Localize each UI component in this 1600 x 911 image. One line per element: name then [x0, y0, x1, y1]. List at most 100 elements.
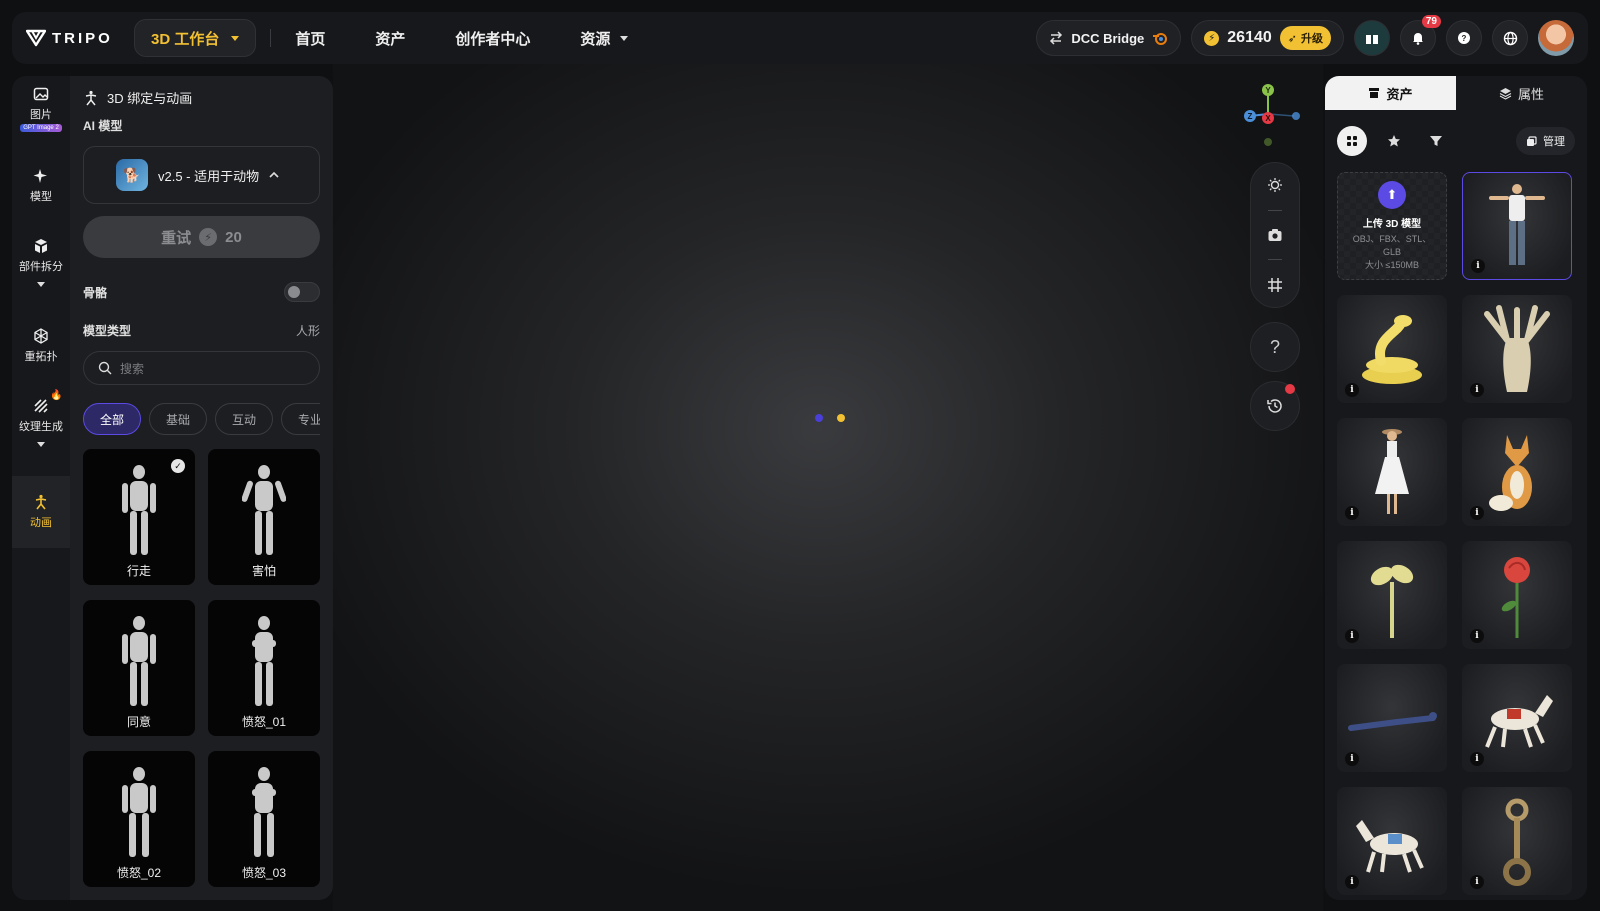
axis-gizmo[interactable]: Y Z X: [1238, 78, 1308, 148]
language-button[interactable]: [1492, 20, 1528, 56]
info-icon[interactable]: i: [1345, 629, 1359, 643]
info-icon[interactable]: i: [1470, 383, 1484, 397]
asset-card-tree-creature[interactable]: i: [1462, 295, 1572, 403]
workbench-dropdown[interactable]: 3D 工作台: [134, 19, 257, 57]
history-button[interactable]: [1250, 381, 1300, 431]
asset-card-girl-in-dress[interactable]: i: [1337, 418, 1447, 526]
layers-icon: [1499, 87, 1512, 100]
asset-card-t-pose-character[interactable]: i: [1462, 172, 1572, 280]
notifications-button[interactable]: 79: [1400, 15, 1441, 56]
ai-model-label: AI 模型: [83, 119, 123, 133]
assets-panel: 资产 属性 管理 ⬆ 上传 3D 模型 OBJ、FBX、STL、GLB 大小 ≤…: [1325, 76, 1587, 900]
rail-label: 重拓扑: [24, 351, 58, 363]
sparkle-icon: [33, 169, 47, 183]
mannequin-figure: [122, 465, 156, 555]
rail-item-image[interactable]: 图片 GPT Image 2: [12, 86, 70, 132]
chip-interaction[interactable]: 互动: [215, 403, 274, 435]
gift-button[interactable]: [1354, 20, 1390, 56]
svg-text:?: ?: [1462, 34, 1467, 43]
upgrade-button[interactable]: ➶ 升级: [1279, 26, 1331, 50]
tripo-logo[interactable]: TRIPO: [26, 29, 128, 47]
grid-icon[interactable]: [1267, 277, 1283, 293]
info-icon[interactable]: i: [1470, 629, 1484, 643]
asset-card-rose[interactable]: i: [1462, 541, 1572, 649]
asset-card-piston-rod[interactable]: i: [1462, 787, 1572, 895]
3d-viewport[interactable]: Y Z X ?: [333, 64, 1323, 911]
animation-name: 愤怒_01: [241, 715, 287, 729]
asset-card-lying-figure[interactable]: i: [1337, 664, 1447, 772]
help-button[interactable]: ?: [1250, 322, 1300, 372]
upload-size-limit: 大小 ≤150MB: [1365, 260, 1419, 270]
animation-card[interactable]: 愤怒_03: [208, 751, 320, 887]
info-icon[interactable]: i: [1470, 875, 1484, 889]
favorites-button[interactable]: [1379, 126, 1409, 156]
rail-item-texture[interactable]: 🔥 纹理生成: [12, 390, 70, 447]
lighting-icon[interactable]: [1267, 177, 1283, 193]
nav-resources[interactable]: 资源: [580, 28, 629, 49]
skeleton-toggle[interactable]: [284, 282, 320, 302]
rail-item-animation[interactable]: 动画: [12, 476, 70, 548]
animation-name: 同意: [126, 715, 151, 729]
ai-model-select[interactable]: 🐕 v2.5 - 适用于动物: [83, 146, 320, 204]
animation-card[interactable]: 愤怒_02: [83, 751, 195, 887]
asset-card-carousel-horse[interactable]: i: [1462, 664, 1572, 772]
carousel-horse-2-thumbnail: [1356, 820, 1424, 873]
info-icon[interactable]: i: [1345, 752, 1359, 766]
animation-search-input[interactable]: 搜索: [83, 351, 320, 385]
fire-icon: 🔥: [50, 390, 63, 401]
lying-figure-thumbnail: [1348, 712, 1437, 731]
mannequin-figure: [122, 767, 156, 857]
retry-button[interactable]: 重试 ⚡ 20: [83, 216, 320, 258]
animation-card[interactable]: ✓ 行走: [83, 449, 195, 585]
user-avatar[interactable]: [1538, 20, 1574, 56]
rail-item-retopology[interactable]: 重拓扑: [12, 328, 70, 364]
info-icon[interactable]: i: [1470, 506, 1484, 520]
manage-button[interactable]: 管理: [1516, 127, 1575, 155]
nav-home[interactable]: 首页: [295, 28, 325, 49]
rail-item-model[interactable]: 模型: [12, 168, 70, 204]
animation-card[interactable]: 同意: [83, 600, 195, 736]
rail-label: 纹理生成: [19, 421, 63, 433]
asset-card-fox[interactable]: i: [1462, 418, 1572, 526]
topology-icon: [34, 328, 48, 344]
chevron-down-icon[interactable]: [37, 442, 45, 447]
retry-cost: 20: [225, 228, 242, 246]
help-chat-button[interactable]: ?: [1446, 20, 1482, 56]
model-type-value[interactable]: 人形: [296, 322, 320, 339]
tab-assets[interactable]: 资产: [1325, 76, 1456, 110]
asset-card-yellow-snake[interactable]: i: [1337, 295, 1447, 403]
tab-properties[interactable]: 属性: [1456, 76, 1587, 110]
rail-item-part-split[interactable]: 部件拆分: [12, 238, 70, 287]
filter-button[interactable]: [1421, 126, 1451, 156]
info-icon[interactable]: i: [1345, 383, 1359, 397]
dcc-bridge-button[interactable]: DCC Bridge: [1036, 20, 1182, 56]
copy-icon: [1527, 135, 1537, 146]
upgrade-label: 升级: [1301, 33, 1323, 45]
camera-icon[interactable]: [1267, 227, 1283, 243]
chevron-down-icon[interactable]: [37, 282, 45, 287]
asset-card-carousel-horse-2[interactable]: i: [1337, 787, 1447, 895]
logo-text: TRIPO: [52, 29, 113, 47]
chip-basic[interactable]: 基础: [149, 403, 208, 435]
info-icon[interactable]: i: [1471, 259, 1485, 273]
credits-pill[interactable]: ⚡ 26140 ➶ 升级: [1191, 20, 1344, 56]
chip-professional[interactable]: 专业: [281, 403, 320, 435]
info-icon[interactable]: i: [1470, 752, 1484, 766]
chip-all[interactable]: 全部: [83, 403, 142, 435]
info-icon[interactable]: i: [1345, 506, 1359, 520]
animation-card[interactable]: 害怕: [208, 449, 320, 585]
panel-header: 3D 绑定与动画: [83, 88, 320, 107]
grid-view-button[interactable]: [1337, 126, 1367, 156]
grid-view-icon: [1347, 136, 1357, 146]
sprout-thumbnail: [1370, 564, 1414, 638]
nav-creator-center[interactable]: 创作者中心: [455, 28, 530, 49]
animation-card[interactable]: 愤怒_01: [208, 600, 320, 736]
texture-icon: [34, 399, 48, 413]
nav-assets[interactable]: 资产: [375, 28, 405, 49]
animation-icon: [35, 494, 47, 510]
info-icon[interactable]: i: [1345, 875, 1359, 889]
upload-3d-model-card[interactable]: ⬆ 上传 3D 模型 OBJ、FBX、STL、GLB 大小 ≤150MB: [1337, 172, 1447, 280]
asset-card-sprout[interactable]: i: [1337, 541, 1447, 649]
upload-icon: ⬆: [1378, 181, 1406, 209]
skeleton-label: 骨骼: [83, 285, 108, 300]
